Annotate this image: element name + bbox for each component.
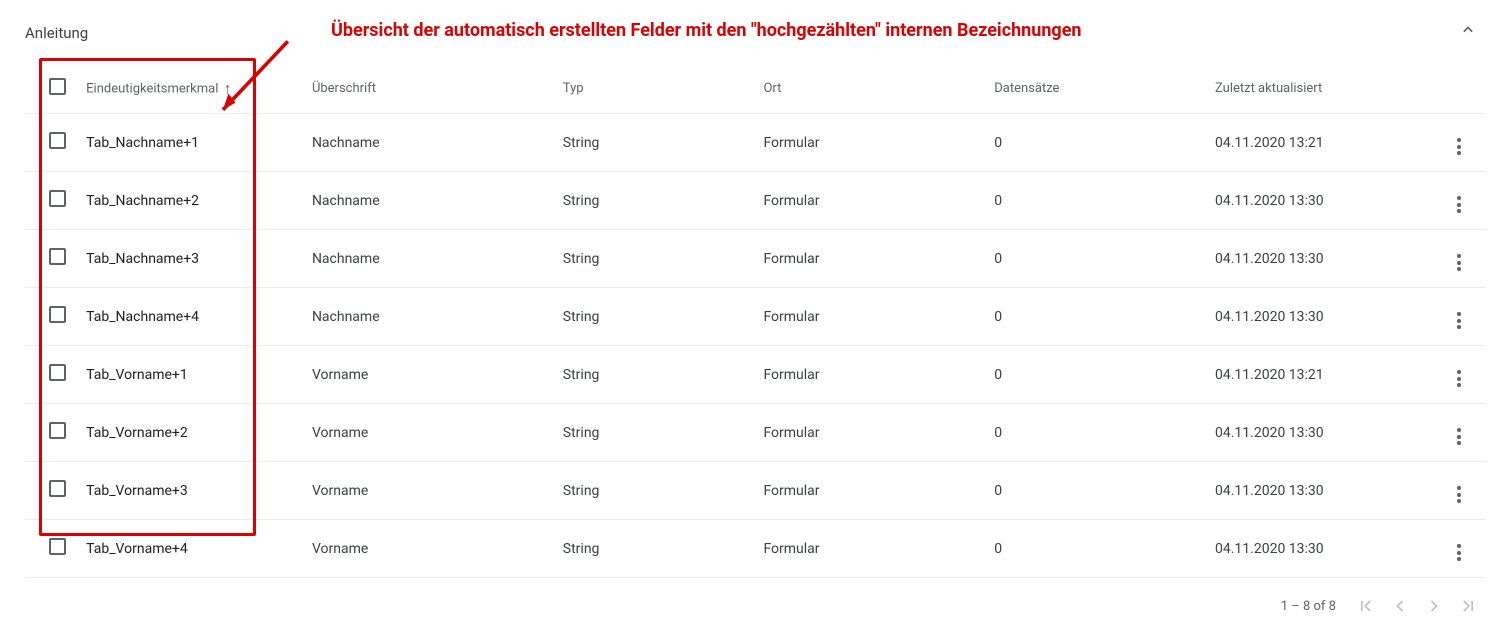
cell-id: Tab_Nachname+2 xyxy=(76,172,302,230)
row-menu-button[interactable] xyxy=(1436,230,1486,288)
kebab-icon xyxy=(1457,428,1461,445)
row-checkbox[interactable] xyxy=(49,422,66,439)
cell-type: String xyxy=(553,404,754,462)
cell-type: String xyxy=(553,230,754,288)
kebab-icon xyxy=(1457,196,1461,213)
column-header-location[interactable]: Ort xyxy=(753,64,984,114)
cell-updated: 04.11.2020 13:21 xyxy=(1205,346,1436,404)
cell-id: Tab_Nachname+3 xyxy=(76,230,302,288)
row-menu-button[interactable] xyxy=(1436,172,1486,230)
row-menu-button[interactable] xyxy=(1436,404,1486,462)
cell-type: String xyxy=(553,520,754,578)
cell-updated: 04.11.2020 13:30 xyxy=(1205,520,1436,578)
column-header-updated[interactable]: Zuletzt aktualisiert xyxy=(1205,64,1436,114)
cell-records: 0 xyxy=(984,230,1205,288)
kebab-icon xyxy=(1457,370,1461,387)
table-row: Tab_Vorname+4 Vorname String Formular 0 … xyxy=(25,520,1486,578)
fields-table: Eindeutigkeitsmerkmal ↑ Überschrift Typ … xyxy=(25,64,1486,578)
pagination-prev-button[interactable] xyxy=(1390,596,1410,616)
sort-ascending-icon: ↑ xyxy=(224,79,232,99)
cell-location: Formular xyxy=(753,462,984,520)
cell-id: Tab_Vorname+2 xyxy=(76,404,302,462)
cell-location: Formular xyxy=(753,520,984,578)
table-row: Tab_Nachname+1 Nachname String Formular … xyxy=(25,114,1486,172)
row-checkbox[interactable] xyxy=(49,190,66,207)
cell-records: 0 xyxy=(984,114,1205,172)
row-menu-button[interactable] xyxy=(1436,346,1486,404)
cell-location: Formular xyxy=(753,404,984,462)
cell-location: Formular xyxy=(753,230,984,288)
cell-updated: 04.11.2020 13:21 xyxy=(1205,114,1436,172)
cell-id: Tab_Vorname+4 xyxy=(76,520,302,578)
cell-id: Tab_Vorname+3 xyxy=(76,462,302,520)
table-row: Tab_Nachname+3 Nachname String Formular … xyxy=(25,230,1486,288)
cell-updated: 04.11.2020 13:30 xyxy=(1205,288,1436,346)
pagination-last-button[interactable] xyxy=(1458,596,1478,616)
cell-heading: Nachname xyxy=(302,114,553,172)
pagination-bar: 1 – 8 of 8 xyxy=(25,596,1486,616)
cell-heading: Nachname xyxy=(302,172,553,230)
row-menu-button[interactable] xyxy=(1436,114,1486,172)
cell-id: Tab_Nachname+4 xyxy=(76,288,302,346)
cell-type: String xyxy=(553,462,754,520)
cell-location: Formular xyxy=(753,172,984,230)
cell-records: 0 xyxy=(984,462,1205,520)
section-title: Anleitung xyxy=(25,20,88,42)
kebab-icon xyxy=(1457,254,1461,271)
cell-heading: Vorname xyxy=(302,462,553,520)
kebab-icon xyxy=(1457,486,1461,503)
cell-type: String xyxy=(553,172,754,230)
row-checkbox[interactable] xyxy=(49,480,66,497)
row-menu-button[interactable] xyxy=(1436,288,1486,346)
cell-updated: 04.11.2020 13:30 xyxy=(1205,462,1436,520)
column-header-id-label: Eindeutigkeitsmerkmal xyxy=(86,81,218,96)
pagination-first-button[interactable] xyxy=(1356,596,1376,616)
cell-heading: Nachname xyxy=(302,288,553,346)
table-row: Tab_Nachname+2 Nachname String Formular … xyxy=(25,172,1486,230)
cell-records: 0 xyxy=(984,404,1205,462)
row-checkbox[interactable] xyxy=(49,364,66,381)
column-header-type[interactable]: Typ xyxy=(553,64,754,114)
kebab-icon xyxy=(1457,544,1461,561)
row-checkbox[interactable] xyxy=(49,538,66,555)
cell-records: 0 xyxy=(984,288,1205,346)
table-row: Tab_Vorname+3 Vorname String Formular 0 … xyxy=(25,462,1486,520)
cell-heading: Nachname xyxy=(302,230,553,288)
row-menu-button[interactable] xyxy=(1436,520,1486,578)
row-menu-button[interactable] xyxy=(1436,462,1486,520)
cell-type: String xyxy=(553,114,754,172)
pagination-range: 1 – 8 of 8 xyxy=(1281,599,1336,614)
row-checkbox[interactable] xyxy=(49,248,66,265)
cell-type: String xyxy=(553,288,754,346)
table-row: Tab_Vorname+2 Vorname String Formular 0 … xyxy=(25,404,1486,462)
annotation-text: Übersicht der automatisch erstellten Fel… xyxy=(331,20,1082,41)
column-header-id[interactable]: Eindeutigkeitsmerkmal ↑ xyxy=(76,64,302,114)
cell-records: 0 xyxy=(984,172,1205,230)
cell-records: 0 xyxy=(984,520,1205,578)
cell-updated: 04.11.2020 13:30 xyxy=(1205,230,1436,288)
table-row: Tab_Vorname+1 Vorname String Formular 0 … xyxy=(25,346,1486,404)
cell-updated: 04.11.2020 13:30 xyxy=(1205,404,1436,462)
cell-heading: Vorname xyxy=(302,520,553,578)
cell-records: 0 xyxy=(984,346,1205,404)
column-header-heading[interactable]: Überschrift xyxy=(302,64,553,114)
row-checkbox[interactable] xyxy=(49,132,66,149)
column-header-records[interactable]: Datensätze xyxy=(984,64,1205,114)
cell-location: Formular xyxy=(753,114,984,172)
cell-location: Formular xyxy=(753,346,984,404)
kebab-icon xyxy=(1457,312,1461,329)
select-all-checkbox[interactable] xyxy=(49,78,66,95)
table-row: Tab_Nachname+4 Nachname String Formular … xyxy=(25,288,1486,346)
cell-id: Tab_Vorname+1 xyxy=(76,346,302,404)
kebab-icon xyxy=(1457,138,1461,155)
cell-type: String xyxy=(553,346,754,404)
cell-heading: Vorname xyxy=(302,346,553,404)
row-checkbox[interactable] xyxy=(49,306,66,323)
collapse-toggle[interactable] xyxy=(1458,20,1478,40)
pagination-next-button[interactable] xyxy=(1424,596,1444,616)
cell-heading: Vorname xyxy=(302,404,553,462)
cell-updated: 04.11.2020 13:30 xyxy=(1205,172,1436,230)
cell-id: Tab_Nachname+1 xyxy=(76,114,302,172)
cell-location: Formular xyxy=(753,288,984,346)
